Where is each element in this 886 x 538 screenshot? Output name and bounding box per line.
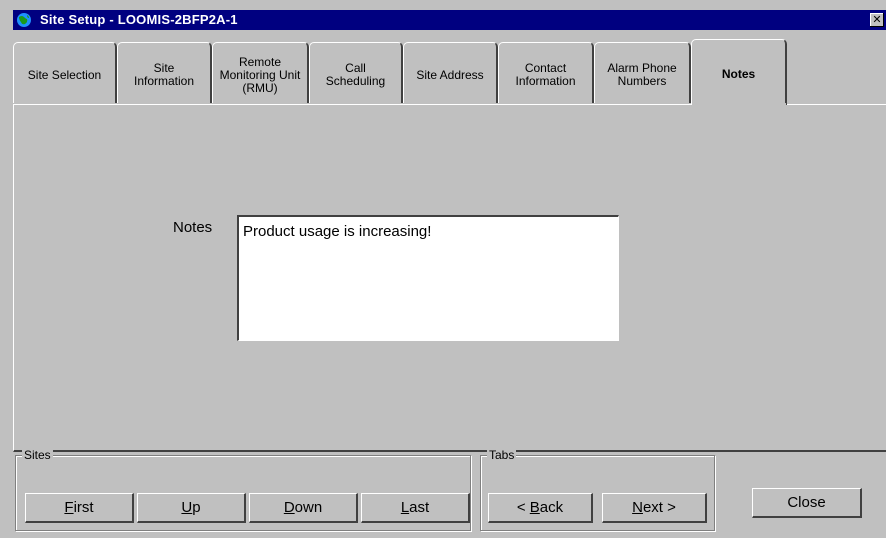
button-label: p (192, 499, 201, 516)
tab-label: Site Address (416, 67, 484, 82)
tab-label: Alarm Phone Numbers (607, 61, 677, 88)
globe-icon (16, 12, 32, 28)
button-label: ext > (642, 499, 676, 516)
next-button[interactable]: Next > (602, 493, 707, 523)
tab-label: Contact Information (515, 61, 576, 88)
close-window-button[interactable]: ✕ (870, 13, 884, 27)
button-label: own (294, 499, 323, 516)
up-button[interactable]: Up (137, 493, 246, 523)
title-bar: Site Setup - LOOMIS-2BFP2A-1 ✕ (13, 10, 886, 30)
site-setup-window: Site Setup - LOOMIS-2BFP2A-1 ✕ Site Sele… (0, 0, 886, 538)
button-label: Close (787, 494, 826, 511)
mnemonic: D (283, 499, 295, 516)
button-label: ast (409, 499, 430, 516)
notes-label: Notes (173, 219, 213, 236)
tab-alarm-phone-numbers[interactable]: Alarm Phone Numbers (594, 42, 691, 103)
mnemonic: B (529, 499, 540, 516)
first-button[interactable]: First (25, 493, 134, 523)
tab-site-information[interactable]: Site Information (117, 42, 212, 103)
tab-call-scheduling[interactable]: Call Scheduling (309, 42, 403, 103)
tab-remote-monitoring-unit[interactable]: Remote Monitoring Unit (RMU) (212, 42, 309, 103)
tabs-group-legend: Tabs (487, 448, 517, 462)
mnemonic: U (181, 499, 193, 516)
tab-site-address[interactable]: Site Address (403, 42, 498, 103)
active-tab-gap (692, 103, 786, 106)
tab-label: Site Selection (27, 67, 102, 82)
down-button[interactable]: Down (249, 493, 358, 523)
button-label: ack (539, 499, 564, 516)
tab-contact-information[interactable]: Contact Information (498, 42, 594, 103)
last-button[interactable]: Last (361, 493, 470, 523)
mnemonic: F (64, 499, 74, 516)
tab-label: Call Scheduling (325, 61, 386, 88)
sites-group-legend: Sites (22, 448, 53, 462)
notes-textarea[interactable] (237, 215, 619, 341)
tab-label: Site Information (133, 61, 195, 88)
tab-label: Notes (721, 67, 756, 81)
mnemonic: L (400, 499, 410, 516)
mnemonic: N (632, 499, 643, 516)
tab-site-selection[interactable]: Site Selection (13, 42, 117, 103)
button-label: < (516, 499, 530, 516)
button-label: irst (73, 499, 94, 516)
tab-strip: Site Selection Site Information Remote M… (13, 39, 886, 105)
close-button[interactable]: Close (752, 488, 862, 518)
tab-notes[interactable]: Notes (691, 39, 787, 105)
window-title: Site Setup - LOOMIS-2BFP2A-1 (40, 12, 238, 27)
tab-label: Remote Monitoring Unit (RMU) (219, 54, 301, 95)
back-button[interactable]: < Back (488, 493, 593, 523)
